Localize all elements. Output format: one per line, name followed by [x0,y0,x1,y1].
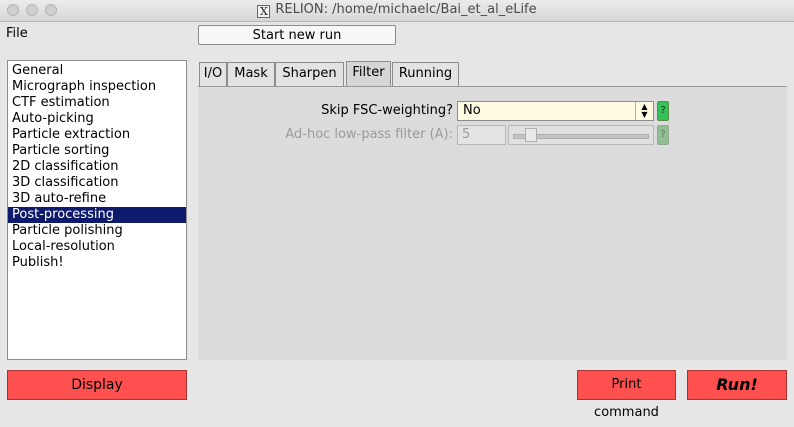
job-type-list[interactable]: General Micrograph inspection CTF estima… [7,60,187,360]
adhoc-lowpass-help-button[interactable]: ? [657,125,669,145]
job-item-3d-auto-refine[interactable]: 3D auto-refine [8,191,186,207]
display-button[interactable]: Display [7,370,187,400]
menu-file[interactable]: File [6,26,28,41]
job-item-micrograph-inspection[interactable]: Micrograph inspection [8,79,186,95]
job-item-2d-classification[interactable]: 2D classification [8,159,186,175]
adhoc-lowpass-input[interactable]: 5 [457,125,506,145]
job-item-ctf-estimation[interactable]: CTF estimation [8,95,186,111]
window-title: RELION: /home/michaelc/Bai_et_al_eLife [275,2,537,17]
tab-mask[interactable]: Mask [227,62,275,86]
print-command-button[interactable]: Print command [577,370,676,420]
run-button[interactable]: Run! [687,370,787,400]
adhoc-lowpass-slider[interactable] [508,125,654,145]
job-item-particle-extraction[interactable]: Particle extraction [8,127,186,143]
start-new-run-button[interactable]: Start new run [198,25,396,45]
job-item-3d-classification[interactable]: 3D classification [8,175,186,191]
tab-io[interactable]: I/O [199,62,227,86]
tab-running[interactable]: Running [392,62,459,86]
skip-fsc-label: Skip FSC-weighting? [321,103,453,118]
window-titlebar: X RELION: /home/michaelc/Bai_et_al_eLife [0,0,794,22]
slider-thumb[interactable] [525,128,538,142]
job-item-post-processing[interactable]: Post-processing [8,207,186,223]
job-item-particle-sorting[interactable]: Particle sorting [8,143,186,159]
job-item-publish[interactable]: Publish! [8,255,186,271]
updown-arrows-icon: ▲ ▼ [635,102,653,120]
job-item-general[interactable]: General [8,63,186,79]
job-item-particle-polishing[interactable]: Particle polishing [8,223,186,239]
tab-sharpen[interactable]: Sharpen [275,62,344,86]
job-item-local-resolution[interactable]: Local-resolution [8,239,186,255]
menubar: File [0,22,794,48]
skip-fsc-help-button[interactable]: ? [657,101,669,121]
x11-icon: X [257,5,271,18]
skip-fsc-value: No [463,103,481,118]
tab-filter[interactable]: Filter [346,61,391,86]
skip-fsc-select[interactable]: No ▲ ▼ [457,101,654,121]
adhoc-lowpass-label: Ad-hoc low-pass filter (A): [285,127,453,142]
job-item-auto-picking[interactable]: Auto-picking [8,111,186,127]
